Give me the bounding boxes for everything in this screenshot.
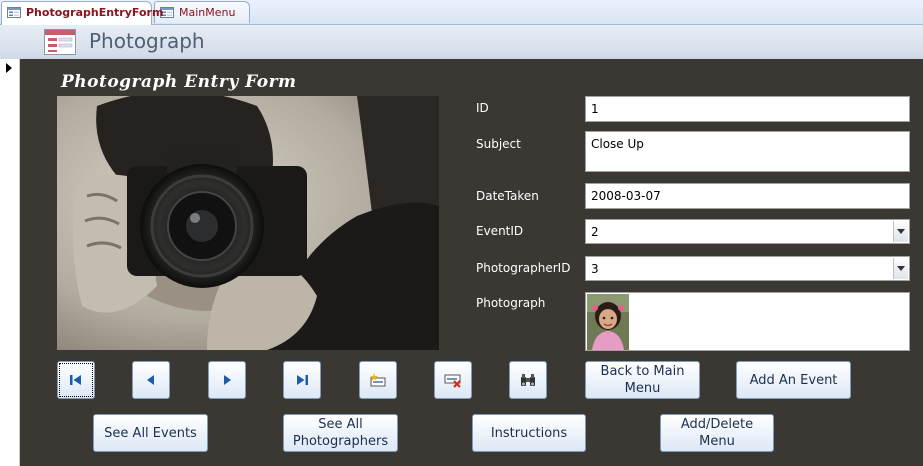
tab-label: MainMenu [179, 6, 236, 19]
id-label: ID [476, 101, 489, 115]
previous-record-button[interactable] [132, 361, 170, 399]
next-record-icon [224, 375, 231, 385]
new-record-icon [370, 373, 386, 387]
add-delete-menu-button[interactable]: Add/Delete Menu [660, 414, 774, 452]
instructions-button[interactable]: Instructions [472, 414, 586, 452]
photograph-attachment-field[interactable] [585, 292, 910, 351]
add-an-event-button[interactable]: Add An Event [736, 361, 851, 399]
next-record-button[interactable] [208, 361, 246, 399]
photograph-entry-form: Photograph Entry Form ID 1 Subject Close… [20, 59, 923, 466]
first-record-icon [70, 375, 81, 385]
date-taken-label: DateTaken [476, 189, 539, 203]
see-all-events-button[interactable]: See All Events [93, 414, 208, 452]
date-taken-field[interactable]: 2008-03-07 [585, 183, 910, 209]
form-header: Photograph [0, 25, 923, 59]
event-id-combo[interactable]: 2 [585, 219, 910, 244]
event-id-value: 2 [591, 225, 599, 239]
previous-record-icon [147, 375, 154, 385]
form-title: Photograph Entry Form [61, 72, 297, 92]
delete-record-button[interactable] [434, 361, 472, 399]
document-tab-bar: PhotographEntryForm MainMenu [0, 0, 923, 25]
photograph-label: Photograph [476, 296, 546, 310]
child-photo-thumbnail[interactable] [587, 294, 629, 350]
find-record-button[interactable] [509, 361, 547, 399]
photographer-with-camera-image [57, 96, 439, 350]
form-icon [7, 7, 21, 18]
current-record-icon [6, 63, 12, 73]
back-to-main-menu-button[interactable]: Back to Main Menu [585, 361, 700, 399]
id-field[interactable]: 1 [585, 96, 910, 122]
tab-label: PhotographEntryForm [26, 6, 164, 19]
first-record-button[interactable] [57, 361, 95, 399]
tab-photograph-entry-form[interactable]: PhotographEntryForm [1, 1, 163, 25]
page-title: Photograph [89, 29, 205, 53]
see-all-photographers-button[interactable]: See All Photographers [283, 414, 398, 452]
form-icon [44, 29, 76, 55]
delete-record-icon [444, 374, 461, 388]
event-id-label: EventID [476, 224, 524, 238]
photographer-id-value: 3 [591, 262, 599, 276]
last-record-button[interactable] [283, 361, 321, 399]
chevron-down-icon[interactable] [893, 258, 908, 279]
subject-label: Subject [476, 137, 521, 151]
last-record-icon [297, 375, 308, 385]
chevron-down-icon[interactable] [893, 221, 908, 242]
new-record-button[interactable] [359, 361, 397, 399]
photographer-id-combo[interactable]: 3 [585, 256, 910, 281]
tab-main-menu[interactable]: MainMenu [154, 1, 250, 23]
photographer-id-label: PhotographerID [476, 261, 571, 275]
find-icon [521, 374, 535, 386]
subject-field[interactable]: Close Up [585, 131, 910, 172]
record-selector[interactable] [0, 59, 20, 466]
